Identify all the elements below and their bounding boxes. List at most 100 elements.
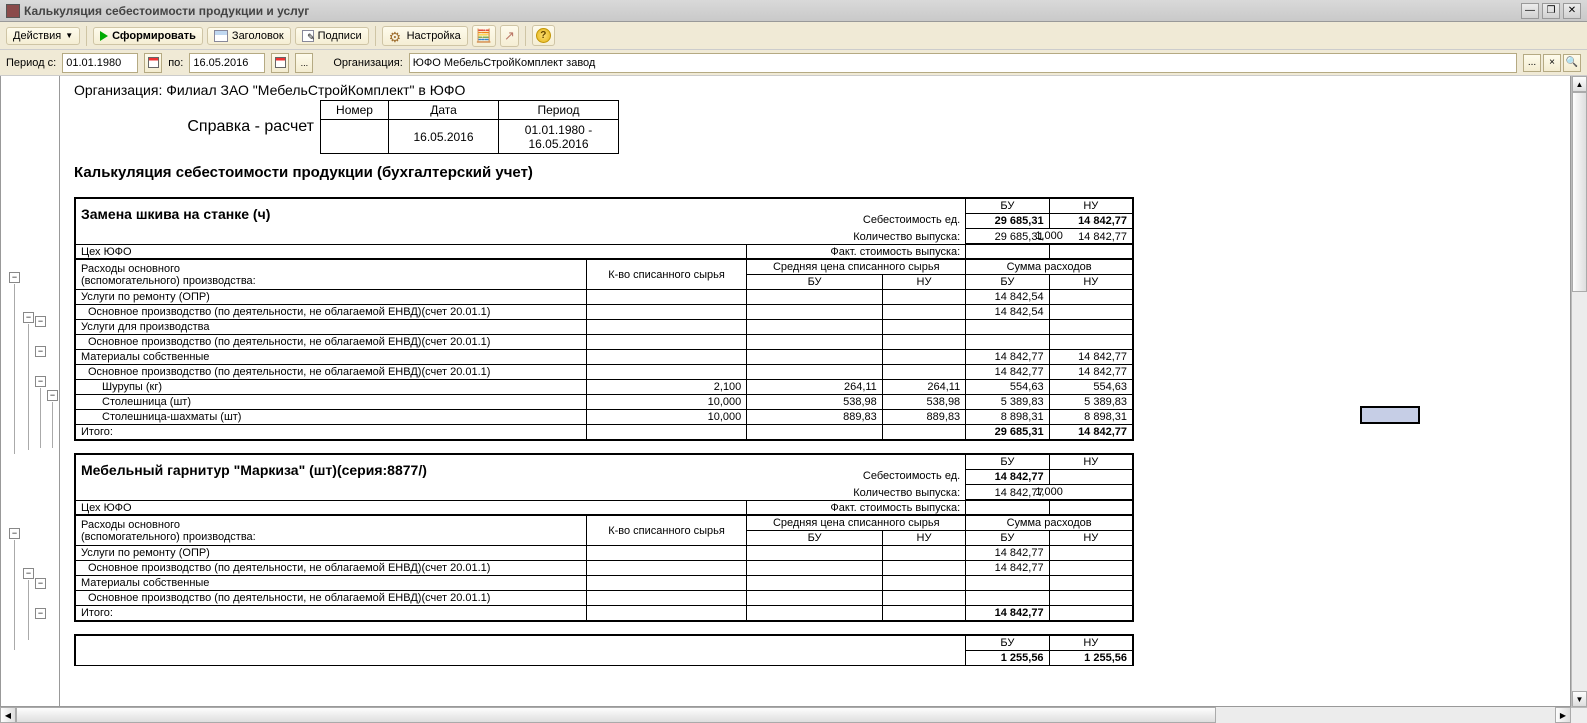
maximize-button[interactable]: ❐ — [1542, 3, 1560, 19]
ref-num-header: Номер — [321, 101, 389, 120]
outline-collapse-button[interactable]: − — [23, 312, 34, 323]
settings-button[interactable]: Настройка — [382, 26, 468, 46]
form-label: Сформировать — [112, 30, 196, 42]
reference-title: Справка - расчет — [74, 118, 314, 136]
ref-period-header: Период — [499, 101, 619, 120]
cost-nu — [1049, 470, 1132, 485]
outline-collapse-button[interactable]: − — [35, 608, 46, 619]
table-row: Основное производство (по деятельности, … — [76, 591, 1133, 606]
help-icon: ? — [536, 28, 551, 43]
tool2-button[interactable]: ↗ — [500, 25, 519, 47]
total-row: Итого:29 685,3114 842,77 — [76, 425, 1133, 440]
nu-sub-header: НУ — [1049, 275, 1132, 290]
product-block: Мебельный гарнитур "Маркиза" (шт)(серия:… — [74, 453, 1134, 622]
table-row: Основное производство (по деятельности, … — [76, 365, 1133, 380]
actual-cost-label: Факт. стоимость выпуска: — [747, 245, 966, 260]
report-body: Организация: Филиал ЗАО "МебельСтройКомп… — [60, 76, 1571, 707]
cost-per-unit-label: Себестоимость ед. — [747, 469, 966, 484]
table-row: Основное производство (по деятельности, … — [76, 561, 1133, 576]
hscroll-thumb[interactable] — [16, 707, 1216, 723]
table-row: Услуги по ремонту (ОПР)14 842,54 — [76, 290, 1133, 305]
bu-sub-header: БУ — [966, 275, 1049, 290]
report-area: − − − − − − − − − − Организация: Филиал … — [0, 76, 1587, 707]
outline-collapse-button[interactable]: − — [35, 346, 46, 357]
qty-written-header: К-во списанного сырья — [586, 516, 747, 546]
date-to-calendar-button[interactable] — [271, 53, 289, 73]
output-qty-label: Количество выпуска: — [747, 486, 966, 501]
period-to-label: по: — [168, 57, 183, 69]
scroll-right-button[interactable]: ▶ — [1555, 707, 1571, 723]
scroll-down-button[interactable]: ▼ — [1572, 691, 1587, 707]
bu-header: БУ — [966, 199, 1049, 214]
tool1-button[interactable]: 🧮 — [472, 25, 496, 47]
table-row: Столешница (шт)10,000538,98538,985 389,8… — [76, 395, 1133, 410]
window-controls: — ❐ ✕ — [1521, 3, 1581, 19]
actions-menu-button[interactable]: Действия ▼ — [6, 27, 80, 45]
cost-nu: 14 842,77 — [1049, 214, 1132, 229]
table-row: Шурупы (кг)2,100264,11264,11554,63554,63 — [76, 380, 1133, 395]
product-block-partial: БУ НУ 1 255,56 1 255,56 — [74, 634, 1134, 666]
org-picker-button[interactable]: ... — [1523, 54, 1541, 72]
app-icon — [6, 4, 20, 18]
form-button[interactable]: Сформировать — [93, 27, 203, 45]
date-to-input[interactable] — [189, 53, 265, 73]
signatures-button[interactable]: Подписи — [295, 27, 369, 45]
date-from-input[interactable] — [62, 53, 138, 73]
org-search-button[interactable]: 🔍 — [1563, 54, 1581, 72]
ref-date-value: 16.05.2016 — [389, 120, 499, 154]
outline-collapse-button[interactable]: − — [35, 316, 46, 327]
outline-collapse-button[interactable]: − — [9, 272, 20, 283]
minimize-button[interactable]: — — [1521, 3, 1539, 19]
table-row: Услуги по ремонту (ОПР)14 842,77 — [76, 546, 1133, 561]
vscroll-track[interactable] — [1572, 92, 1587, 691]
help-button[interactable]: ? — [532, 25, 555, 46]
outline-line — [28, 580, 29, 640]
nu-sub-header: НУ — [882, 275, 965, 290]
filter-bar: Период с: по: ... Организация: ... × 🔍 — [0, 50, 1587, 76]
fact-bu: 29 685,31 — [966, 230, 1049, 245]
close-button[interactable]: ✕ — [1563, 3, 1581, 19]
period-from-label: Период с: — [6, 57, 56, 69]
outline-collapse-button[interactable]: − — [23, 568, 34, 579]
organization-input[interactable] — [409, 53, 1517, 73]
fact-nu — [1049, 486, 1132, 501]
scroll-left-button[interactable]: ◀ — [0, 707, 16, 723]
outline-collapse-button[interactable]: − — [35, 578, 46, 589]
actual-cost-label: Факт. стоимость выпуска: — [747, 501, 966, 516]
outline-collapse-button[interactable]: − — [35, 376, 46, 387]
reference-block: Справка - расчет Номер Дата Период 16.05… — [74, 100, 1134, 154]
vertical-scrollbar[interactable]: ▲ ▼ — [1571, 76, 1587, 707]
outline-line — [14, 284, 15, 454]
nu-header: НУ — [1049, 199, 1132, 214]
organization-line: Организация: Филиал ЗАО "МебельСтройКомп… — [74, 82, 1134, 98]
play-icon — [100, 31, 108, 41]
period-picker-button[interactable]: ... — [295, 53, 313, 73]
org-name-text: Филиал ЗАО "МебельСтройКомплект" в ЮФО — [166, 82, 465, 98]
date-from-calendar-button[interactable] — [144, 53, 162, 73]
settings-label: Настройка — [407, 30, 461, 42]
outline-collapse-button[interactable]: − — [9, 528, 20, 539]
outline-collapse-button[interactable]: − — [47, 390, 58, 401]
header-button[interactable]: Заголовок — [207, 27, 291, 45]
horizontal-scrollbar[interactable]: ◀ ▶ — [0, 707, 1587, 723]
vscroll-thumb[interactable] — [1572, 92, 1587, 292]
cost-bu: 14 842,77 — [966, 470, 1049, 485]
nu-header: НУ — [1049, 455, 1132, 470]
cost-per-unit-label: Себестоимость ед. — [747, 213, 966, 228]
bu-sub-header: БУ — [747, 275, 883, 290]
scroll-up-button[interactable]: ▲ — [1572, 76, 1587, 92]
product-name-partial — [76, 636, 966, 666]
cost-sum-header: Сумма расходов — [966, 516, 1133, 531]
toolbar-separator — [86, 26, 87, 46]
main-aux-costs-label: Расходы основного(вспомогательного) прои… — [76, 516, 587, 546]
table-row: Основное производство (по деятельности, … — [76, 335, 1133, 350]
selection-box[interactable] — [1360, 406, 1420, 424]
workshop-label: Цех ЮФО — [76, 245, 747, 260]
org-clear-button[interactable]: × — [1543, 54, 1561, 72]
avg-price-header: Средняя цена списанного сырья — [747, 516, 966, 531]
calendar-icon — [275, 57, 286, 68]
scroll-corner — [1571, 707, 1587, 723]
total-row: Итого:14 842,77 — [76, 606, 1133, 621]
hscroll-track[interactable] — [16, 707, 1555, 723]
outline-line — [28, 324, 29, 450]
